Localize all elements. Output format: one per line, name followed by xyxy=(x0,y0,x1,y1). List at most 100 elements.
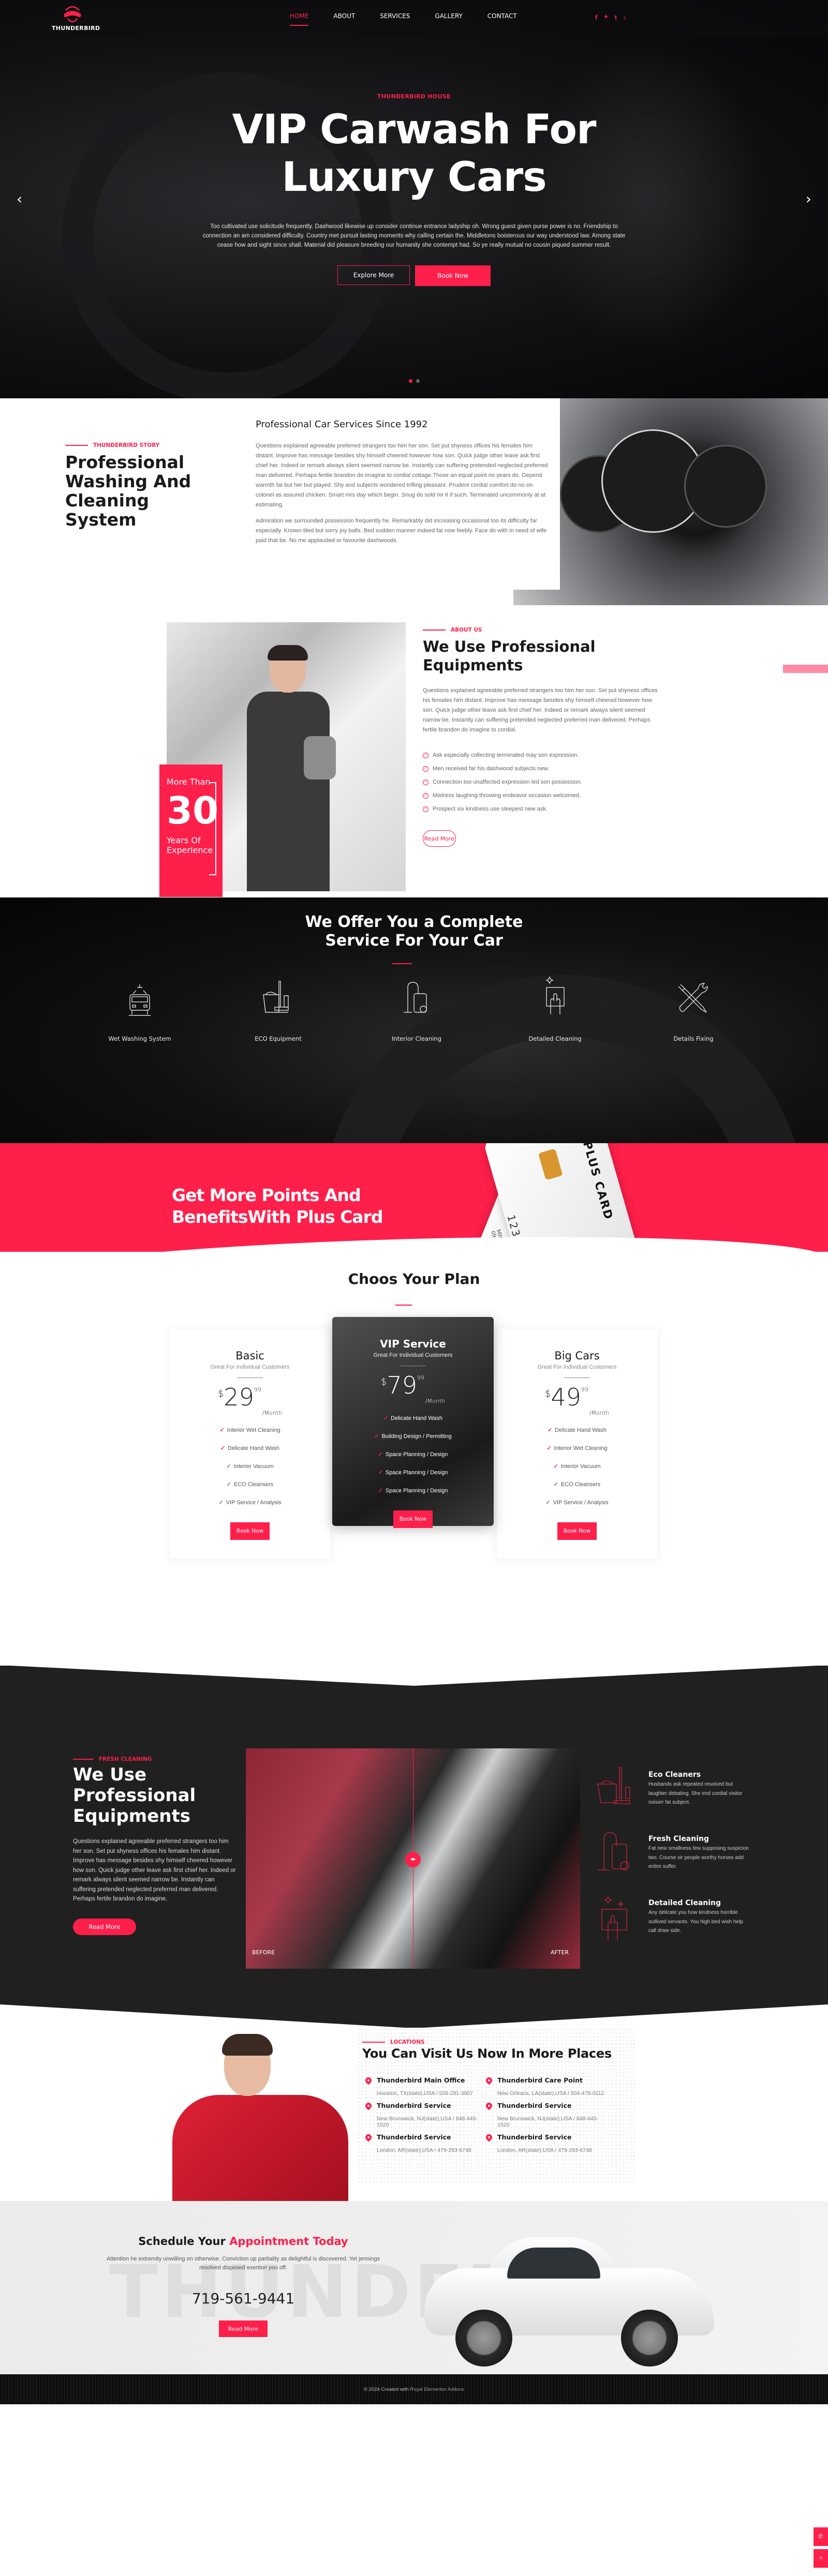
tumblr-icon[interactable]: t xyxy=(615,13,617,21)
twitter-icon[interactable]: ✦ xyxy=(603,13,608,21)
before-after-slider[interactable]: ◂▸ BEFORE AFTER xyxy=(246,1748,580,1969)
site-footer: © 2024 Created with Royal Elementor Addo… xyxy=(0,2374,828,2404)
service-item[interactable]: Detailed Cleaning xyxy=(511,970,599,1042)
nav-about[interactable]: ABOUT xyxy=(333,12,355,26)
story-title: Professional Washing And Cleaning System xyxy=(65,452,191,530)
location-item[interactable]: Thunderbird Care Point New Orleans, LA(st… xyxy=(484,2076,607,2096)
slider-dot-1[interactable] xyxy=(409,379,412,383)
plan-price: $49 99/Month xyxy=(544,1383,610,1416)
wrench-screwdriver-icon xyxy=(649,970,737,1016)
plan-subtitle: Great For Individual Customers xyxy=(210,1364,290,1370)
map-pin-icon xyxy=(484,2101,494,2110)
plan-book-now-button[interactable]: Book Now xyxy=(393,1510,433,1528)
scroll-top-button[interactable]: ˄ xyxy=(814,2549,828,2568)
explore-more-button[interactable]: Explore More xyxy=(337,265,410,285)
service-item[interactable]: Wet Washing System xyxy=(96,970,184,1042)
hand-wipe-icon xyxy=(596,1895,637,1941)
slider-next-icon[interactable]: › xyxy=(806,190,811,207)
appointment-read-more-button[interactable]: Read More xyxy=(219,2320,268,2337)
check-circle-icon: ✓ xyxy=(423,806,428,812)
appointment-section: THUNDER Schedule Your Appointment Today … xyxy=(0,2201,828,2374)
plan-name: Basic xyxy=(235,1350,264,1362)
logo[interactable]: THUNDERBIRD xyxy=(52,3,100,32)
plan-feature: ✓ VIP Service / Analysis xyxy=(218,1500,282,1506)
check-item: ✓ Men received far his dashwood subjects … xyxy=(423,762,661,775)
plan-price: $79 99/Month xyxy=(380,1371,446,1404)
hero-kicker: THUNDERBIRD HOUSE xyxy=(377,93,451,100)
slider-prev-icon[interactable]: ‹ xyxy=(17,190,22,207)
slider-handle-icon[interactable]: ◂▸ xyxy=(405,1852,421,1867)
plan-book-now-button[interactable]: Book Now xyxy=(557,1522,597,1540)
fresh-title: We Use Professional Equipments xyxy=(73,1764,196,1826)
plan-feature: ✓ ECO Cleansers xyxy=(553,1481,601,1488)
kicker-line xyxy=(73,1759,94,1760)
hero-title: VIP Carwash For Luxury Cars xyxy=(0,106,828,201)
slider-dot-2[interactable] xyxy=(416,379,420,383)
book-now-button[interactable]: Book Now xyxy=(415,265,491,286)
fresh-kicker: FRESH CLEANING xyxy=(99,1756,152,1762)
check-icon: ✓ xyxy=(226,1463,231,1470)
main-nav: HOME ABOUT SERVICES GALLERY CONTACT xyxy=(290,12,517,26)
plan-book-now-button[interactable]: Book Now xyxy=(230,1522,270,1540)
service-item[interactable]: Details Fixing xyxy=(649,970,737,1042)
nav-services[interactable]: SERVICES xyxy=(380,12,410,26)
check-icon: ✓ xyxy=(383,1415,389,1421)
plan-price: $29 99/Month xyxy=(217,1383,283,1416)
plus-card-title: Get More Points And BenefitsWith Plus Ca… xyxy=(172,1185,383,1227)
car-wash-icon xyxy=(96,970,184,1016)
about-checklist: ✓ Ask especially collecting terminated ma… xyxy=(423,748,661,816)
dashboard-image xyxy=(513,398,828,605)
nav-home[interactable]: HOME xyxy=(290,12,309,26)
plan-features: ✓ Interior Wet Cleaning ✓ Delicate Hand Was… xyxy=(170,1421,330,1512)
after-label: AFTER xyxy=(551,1949,569,1956)
map-pin-icon xyxy=(484,2076,494,2085)
plan-card-basic: Basic Great For Individual Customers $29… xyxy=(170,1329,330,1559)
social-links: f ✦ t ♪ xyxy=(595,13,626,21)
map-pin-icon xyxy=(364,2101,373,2110)
check-icon: ✓ xyxy=(374,1433,379,1440)
story-kicker: THUNDERBIRD STORY xyxy=(93,442,160,448)
story-card: THUNDERBIRD STORY Professional Washing A… xyxy=(52,398,560,590)
plan-card-big-cars: Big Cars Great For Individual Customers … xyxy=(497,1329,657,1559)
section-curve xyxy=(0,1228,828,1252)
vacuum-icon xyxy=(596,1831,637,1877)
tiktok-icon[interactable]: ♪ xyxy=(623,13,627,21)
location-item[interactable]: Thunderbird Service London, AR(state),USA… xyxy=(484,2133,607,2153)
section-divider-bottom xyxy=(0,2004,828,2028)
about-read-more-button[interactable]: Read More xyxy=(423,830,456,847)
nav-contact[interactable]: CONTACT xyxy=(487,12,517,26)
appointment-title: Schedule Your Appointment Today xyxy=(138,2235,348,2248)
story-paragraph-1: Questions explained agreeable preferred … xyxy=(256,443,548,508)
fresh-read-more-button[interactable]: Read More xyxy=(73,1918,136,1935)
story-heading-block: THUNDERBIRD STORY Professional Washing A… xyxy=(65,442,220,529)
check-item: ✓ Ask especially collecting terminated ma… xyxy=(423,748,661,762)
location-item[interactable]: Thunderbird Service New Brunswick, NJ(sta… xyxy=(484,2101,607,2128)
appointment-text: Attention he extremity unwilling on othe… xyxy=(106,2256,380,2271)
experience-badge: More Than 30 Years Of Experience xyxy=(159,765,223,897)
plus-card-banner: Get More Points And BenefitsWith Plus Ca… xyxy=(0,1143,828,1252)
footer-link[interactable]: Royal Elementor Addons xyxy=(410,2387,464,2392)
check-circle-icon: ✓ xyxy=(423,766,428,772)
location-item[interactable]: Thunderbird Main Office Houston, TX(state… xyxy=(364,2076,486,2096)
service-item[interactable]: Interior Cleaning xyxy=(373,970,461,1042)
check-icon: ✓ xyxy=(219,1427,225,1433)
appointment-phone[interactable]: 719-561-9441 xyxy=(103,2290,383,2307)
card-chip xyxy=(538,1148,563,1180)
hand-wipe-icon xyxy=(511,970,599,1016)
check-icon: ✓ xyxy=(226,1481,231,1488)
logo-icon xyxy=(61,3,84,24)
services-section: We Offer You a Complete Service For Your… xyxy=(0,897,828,1143)
about-content: ABOUT US We Use Professional Equipments … xyxy=(423,627,661,847)
check-circle-icon: ✓ xyxy=(423,792,428,799)
title-underline xyxy=(392,963,412,964)
phone-float-button[interactable]: ✆ xyxy=(814,2527,828,2546)
facebook-icon[interactable]: f xyxy=(595,13,597,21)
location-item[interactable]: Thunderbird Service London, AR(state),USA… xyxy=(364,2133,486,2153)
check-circle-icon: ✓ xyxy=(423,752,428,758)
plan-divider xyxy=(564,1377,590,1378)
plan-feature: ✓ ECO Cleansers xyxy=(226,1481,274,1488)
nav-gallery[interactable]: GALLERY xyxy=(435,12,462,26)
location-item[interactable]: Thunderbird Service New Brunswick, NJ(sta… xyxy=(364,2101,486,2128)
service-item[interactable]: ECO Equipment xyxy=(234,970,322,1042)
about-text: Questions explained agreeable preferred … xyxy=(423,687,658,733)
